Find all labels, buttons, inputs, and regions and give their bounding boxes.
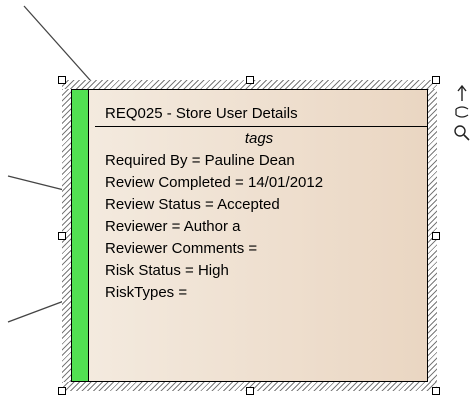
tag-risk-types: RiskTypes = [105, 284, 188, 301]
diagram-canvas: REQ025 - Store User Details tags Require… [0, 0, 475, 396]
requirement-element[interactable]: REQ025 - Store User Details tags Require… [71, 89, 428, 382]
tags-compartment: tags Required By = Pauline Dean Review C… [105, 128, 425, 304]
search-icon[interactable] [452, 124, 472, 142]
resize-handle-top-right[interactable] [432, 76, 440, 84]
resize-handle-middle-right[interactable] [432, 232, 440, 240]
resize-handle-middle-left[interactable] [58, 232, 66, 240]
resize-handle-bottom-right[interactable] [432, 387, 440, 395]
tag-required-by: Required By = Pauline Dean [105, 152, 295, 169]
element-title-bar: REQ025 - Store User Details [95, 90, 427, 127]
resize-handle-top-center[interactable] [246, 76, 254, 84]
tags-heading: tags [244, 130, 274, 147]
resize-handle-top-left[interactable] [58, 76, 66, 84]
resize-handle-bottom-left[interactable] [58, 387, 66, 395]
element-title: REQ025 - Store User Details [105, 105, 298, 122]
arrow-up-icon[interactable] [452, 84, 472, 102]
tag-risk-status: Risk Status = High [105, 262, 229, 279]
link-handle-icon[interactable] [452, 104, 472, 122]
tag-reviewer: Reviewer = Author a [105, 218, 241, 235]
tag-review-status: Review Status = Accepted [105, 196, 280, 213]
tag-review-completed: Review Completed = 14/01/2012 [105, 174, 324, 191]
status-color-bar [72, 90, 89, 381]
resize-handle-bottom-center[interactable] [246, 387, 254, 395]
tag-reviewer-comments: Reviewer Comments = [105, 240, 258, 257]
